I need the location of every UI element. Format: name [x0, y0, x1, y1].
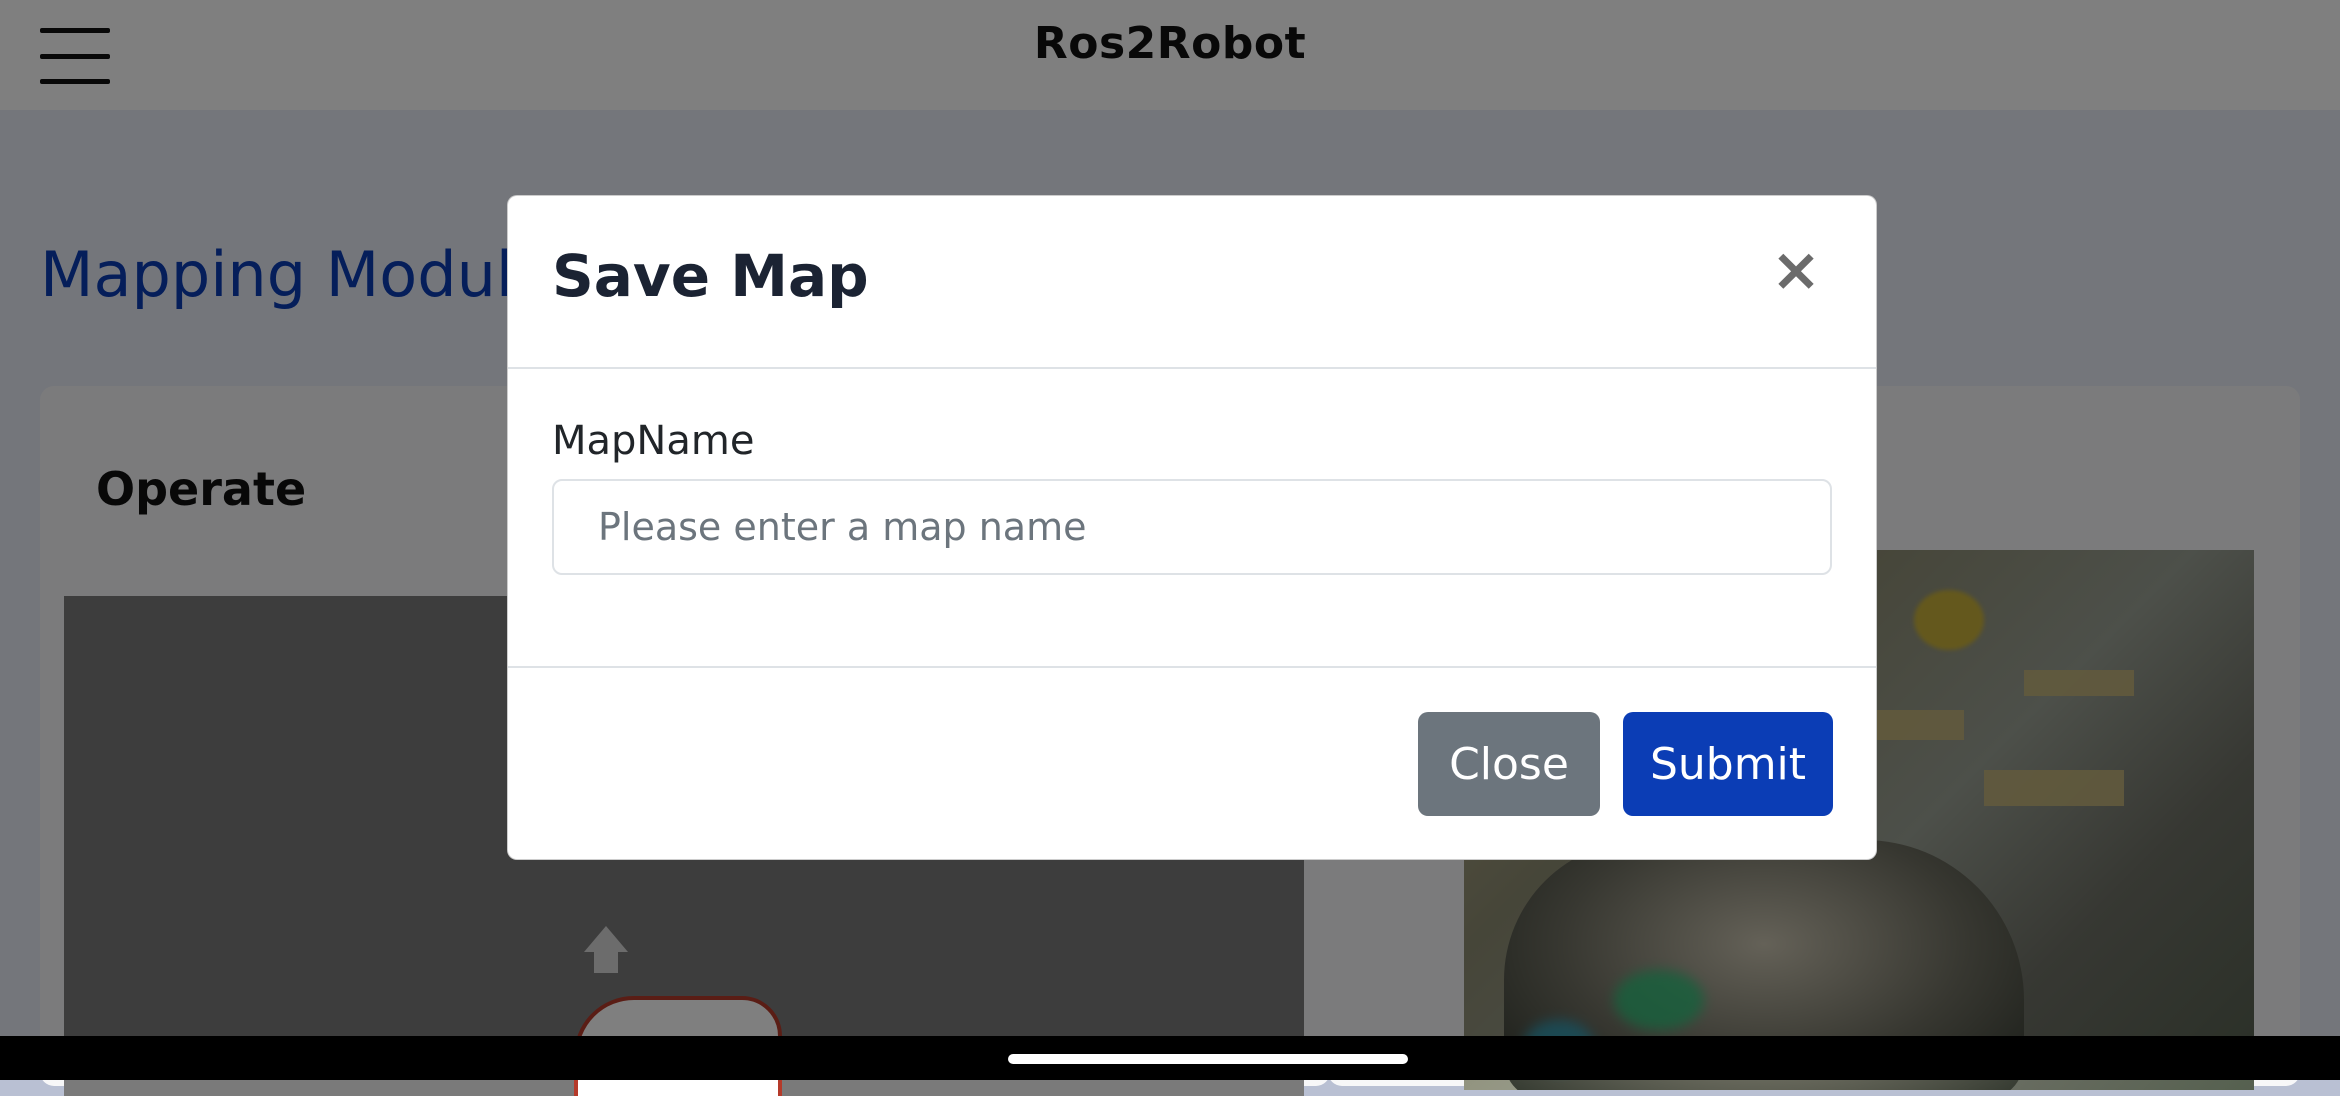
submit-button[interactable]: Submit [1623, 712, 1833, 816]
system-navigation-bar [0, 1036, 2340, 1080]
home-indicator[interactable] [1008, 1054, 1408, 1064]
modal-footer: Close Submit [508, 666, 1876, 861]
map-name-input[interactable] [552, 479, 1832, 575]
modal-title: Save Map [552, 242, 869, 310]
save-map-dialog: Save Map × MapName Close Submit [507, 195, 1877, 860]
close-icon[interactable]: × [1766, 240, 1826, 300]
map-name-label: MapName [552, 418, 755, 464]
modal-header: Save Map × [508, 196, 1876, 369]
close-button[interactable]: Close [1418, 712, 1600, 816]
